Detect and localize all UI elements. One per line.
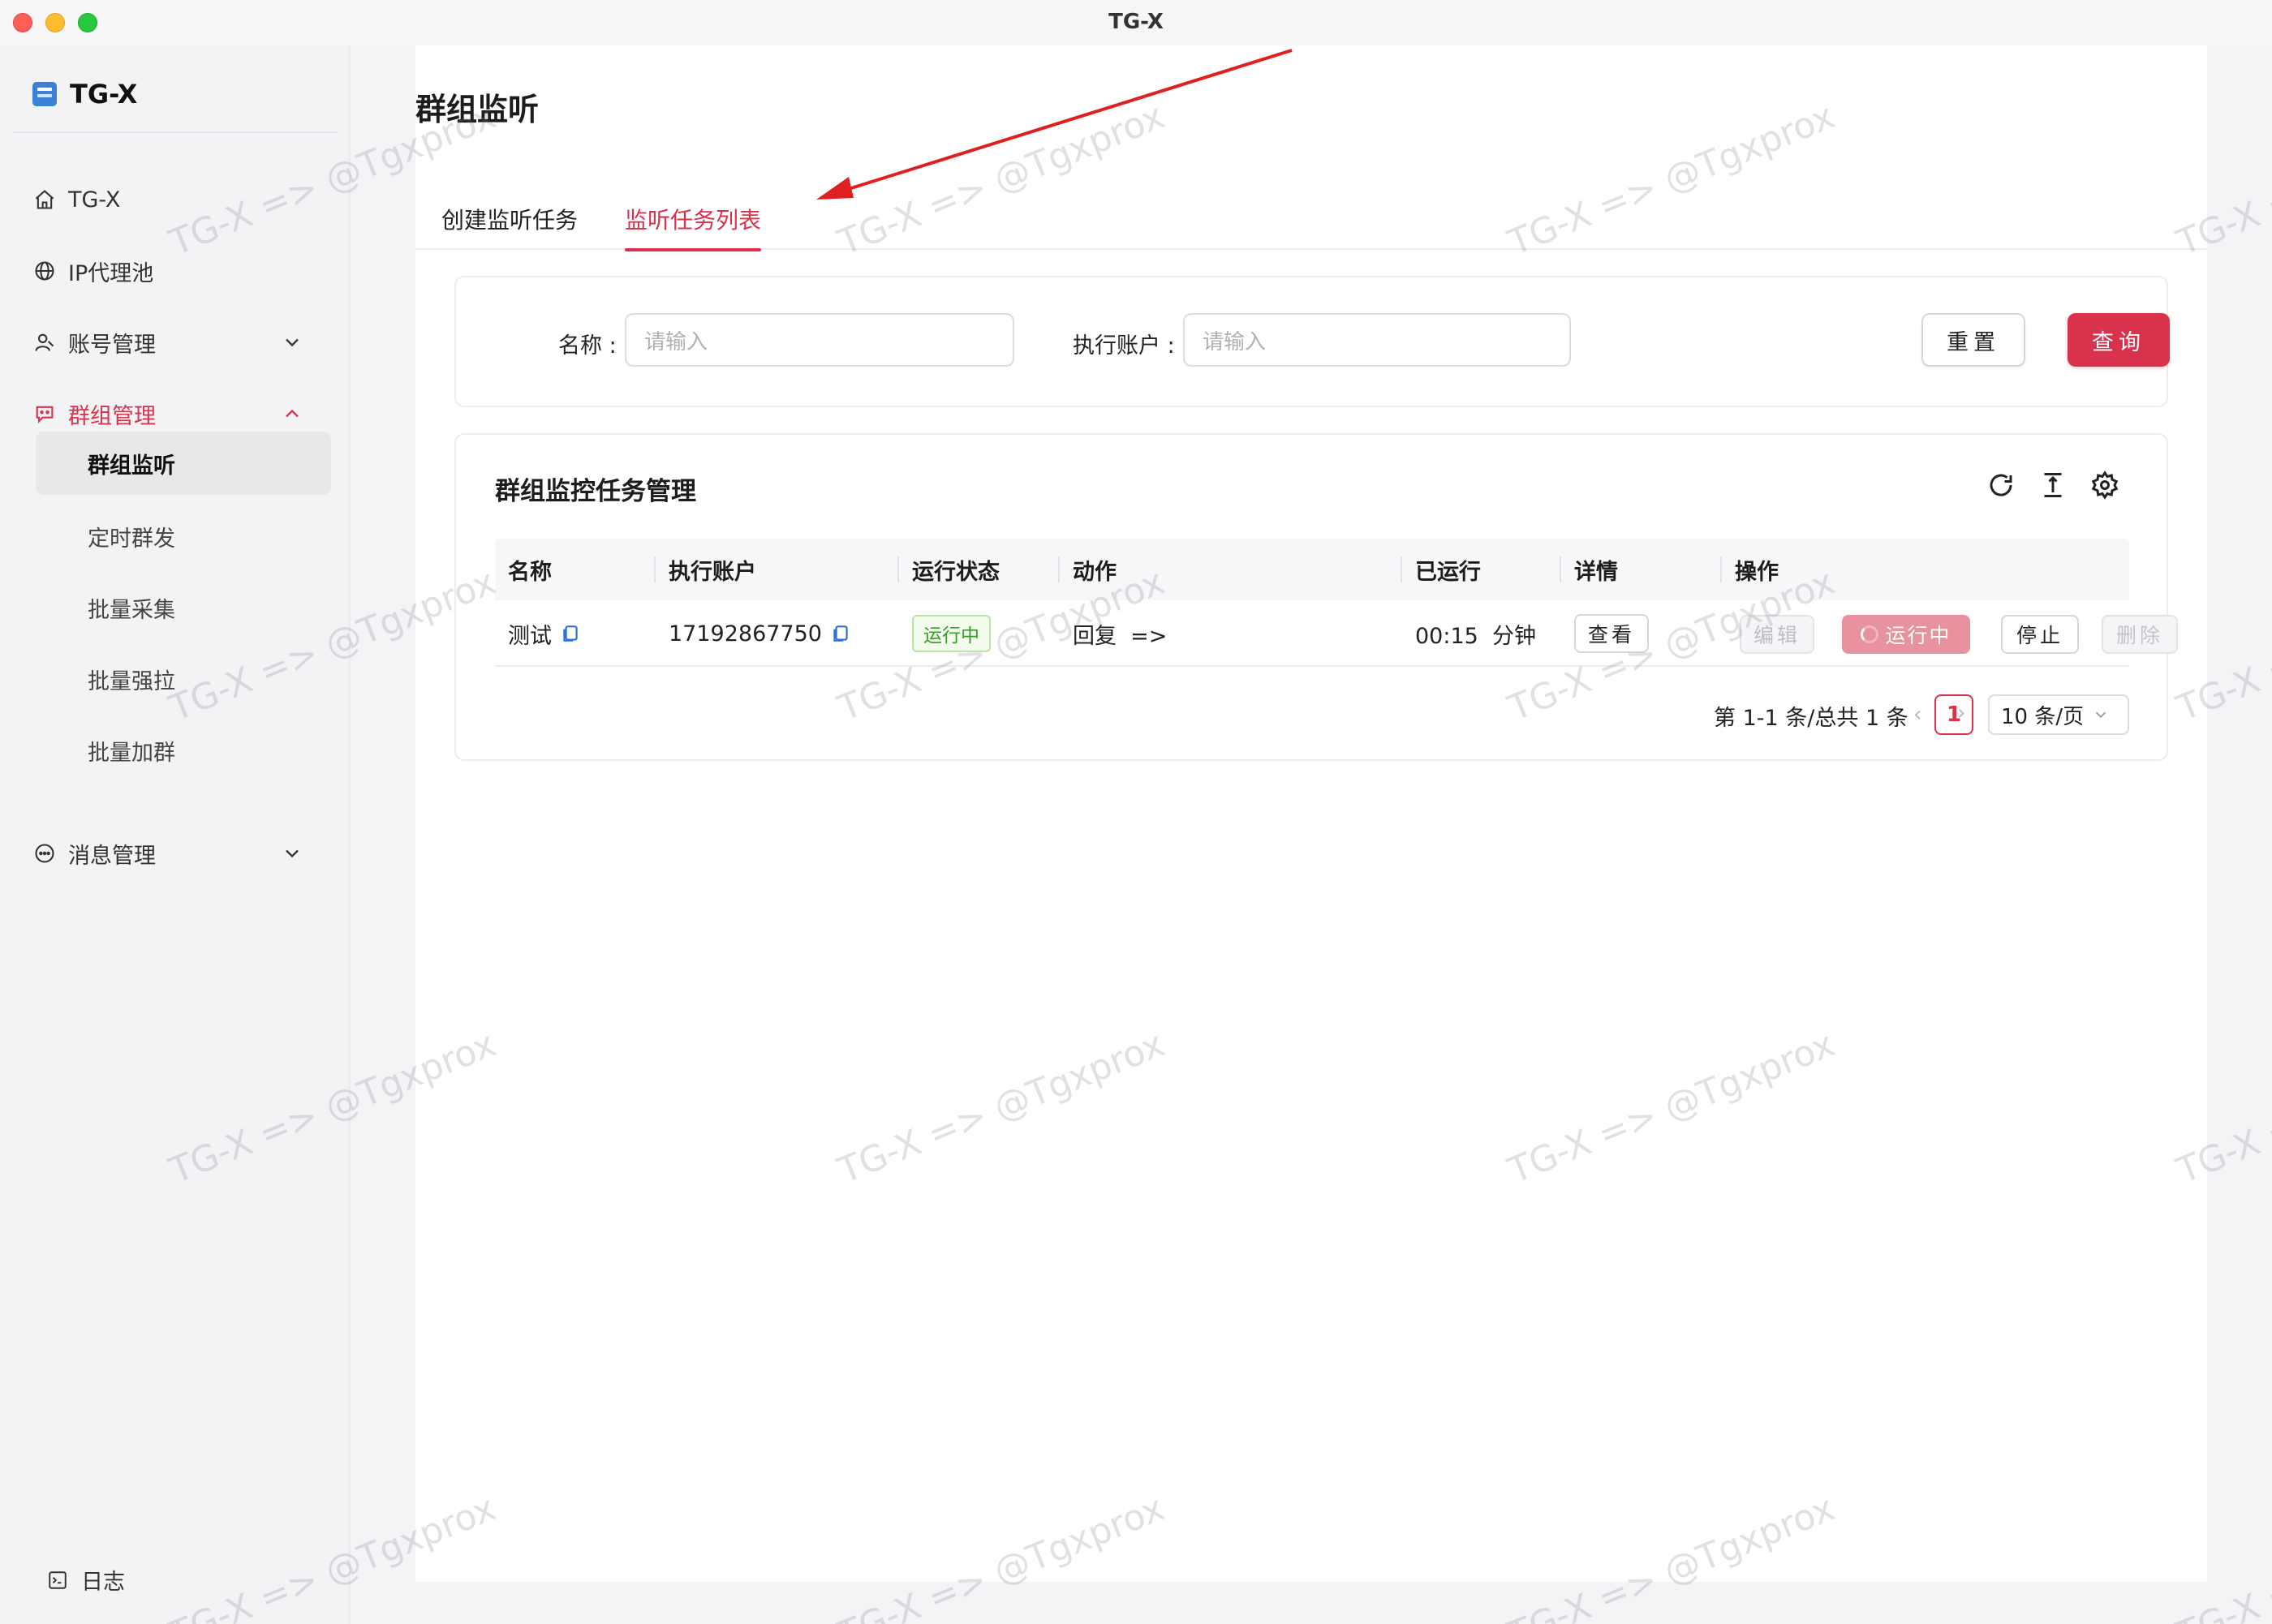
sidebar-subitem-batch-join[interactable]: 批量加群 [36,719,331,782]
sidebar-item-accounts[interactable]: 账号管理 [32,316,316,368]
stop-button[interactable]: 停止 [2001,615,2079,654]
chevron-down-icon [2095,711,2106,719]
cell-name: 测试 [495,600,581,667]
user-icon [32,330,57,354]
sidebar-item-messages[interactable]: 消息管理 [32,827,316,879]
cell-status: 运行中 [899,600,991,667]
search-form: 名称 : 请输入 执行账户 : 请输入 重置 查询 [454,276,2170,407]
sidebar-subitem-label: 群组监听 [88,453,175,479]
terminal-icon [49,1570,67,1589]
table-title: 群组监控任务管理 [495,477,696,506]
refresh-icon[interactable] [1986,470,2016,500]
account-number: 17192867750 [669,621,822,647]
chevron-down-icon [286,849,299,858]
sidebar: TG-X TG-X IP代理池 账号管理 群组管理 群组监听 定时群发 批量采集 [0,45,351,1624]
tab-create-monitor-task[interactable]: 创建监听任务 [441,188,578,250]
account-search-input[interactable]: 请输入 [1183,313,1571,367]
action-text: 回复 => [1073,623,1168,649]
globe-icon [32,259,57,283]
sidebar-item-label: 账号管理 [68,332,156,358]
prev-page-icon[interactable]: ‹ [1913,702,1921,727]
edit-button[interactable]: 编辑 [1740,615,1814,654]
cell-action: 回复 => [1060,600,1167,667]
sidebar-subitem-scheduled-broadcast[interactable]: 定时群发 [36,505,331,568]
brand-name: TG-X [70,79,138,110]
elapsed-time: 00:15 分钟 [1415,623,1536,649]
settings-gear-icon[interactable] [2090,470,2119,500]
sidebar-subitem-batch-pull[interactable]: 批量强拉 [36,647,331,711]
sidebar-subitem-label: 定时群发 [88,526,175,552]
column-header-detail: 详情 [1574,559,1618,585]
table-header: 名称 执行账户 运行状态 动作 已运行 详情 操作 [495,539,2129,600]
page-size-select[interactable]: 10 条/页 [1988,694,2129,735]
view-detail-button[interactable]: 查看 [1574,614,1649,653]
task-name: 测试 [508,623,552,649]
sidebar-subitem-group-monitor[interactable]: 群组监听 [36,432,331,495]
sidebar-subitem-label: 批量加群 [88,740,175,766]
log-label: 日志 [81,1570,125,1595]
column-header-status: 运行状态 [912,559,1000,585]
sidebar-subitem-label: 批量强拉 [88,668,175,694]
running-button[interactable]: 运行中 [1842,615,1970,654]
copy-icon[interactable] [560,622,581,645]
column-header-action: 动作 [1073,559,1117,585]
name-field-label: 名称 : [558,333,617,359]
sidebar-item-label: 群组管理 [68,403,156,429]
message-icon [32,841,57,866]
reset-button[interactable]: 重置 [1921,313,2025,367]
tab-bar: 创建监听任务 监听任务列表 [415,188,2207,251]
running-label: 运行中 [1885,624,1951,647]
app-logo-icon [32,82,57,106]
delete-button[interactable]: 删除 [2102,615,2178,654]
home-icon [32,187,57,212]
table-row: 测试 17192867750 运行中 回复 => 00:15 分钟 查看 编辑 [495,600,2178,667]
window-titlebar: TG-X [0,0,2272,45]
log-button[interactable]: 日志 [47,1564,125,1596]
brand: TG-X [32,75,137,114]
task-table-card: 群组监控任务管理 名称 执行账户 运行状态 动作 已运行 详情 操作 测试 17… [454,433,2178,761]
column-header-operations: 操作 [1735,559,1779,585]
query-button[interactable]: 查询 [2068,313,2170,367]
sidebar-item-label: TG-X [68,187,121,213]
window-title: TG-X [1108,10,1164,34]
column-header-name: 名称 [508,559,552,585]
sidebar-item-home[interactable]: TG-X [32,174,316,226]
column-header-elapsed: 已运行 [1415,559,1481,585]
column-height-icon[interactable] [2038,470,2068,500]
sidebar-subitem-label: 批量采集 [88,597,175,623]
sidebar-subitem-batch-collect[interactable]: 批量采集 [36,576,331,639]
sidebar-divider [13,131,338,133]
sidebar-item-label: IP代理池 [68,260,154,286]
page-title: 群组监听 [415,92,540,127]
column-header-account: 执行账户 [669,559,756,585]
sidebar-item-ip-proxy[interactable]: IP代理池 [32,245,316,297]
cell-elapsed: 00:15 分钟 [1402,600,1536,667]
page-size-value: 10 条/页 [2001,704,2085,729]
status-badge: 运行中 [912,615,991,652]
pagination-summary: 第 1-1 条/总共 1 条 [1714,705,1908,731]
copy-icon[interactable] [830,622,851,645]
cell-account: 17192867750 [656,600,851,667]
account-field-label: 执行账户 : [1073,333,1175,359]
name-search-input[interactable]: 请输入 [625,313,1014,367]
cell-detail: 查看 [1561,600,1649,667]
main-content: 群组监听 创建监听任务 监听任务列表 名称 : 请输入 执行账户 : 请输入 重… [415,45,2207,1582]
tab-monitor-task-list[interactable]: 监听任务列表 [625,188,762,251]
chat-group-icon [32,402,57,426]
chevron-down-icon [286,338,299,347]
chevron-up-icon [286,409,299,418]
page-number-button[interactable]: 1 [1934,694,1973,735]
next-page-icon[interactable]: › [1957,701,1965,725]
loading-spinner-icon [1861,625,1879,643]
sidebar-item-label: 消息管理 [68,843,156,869]
